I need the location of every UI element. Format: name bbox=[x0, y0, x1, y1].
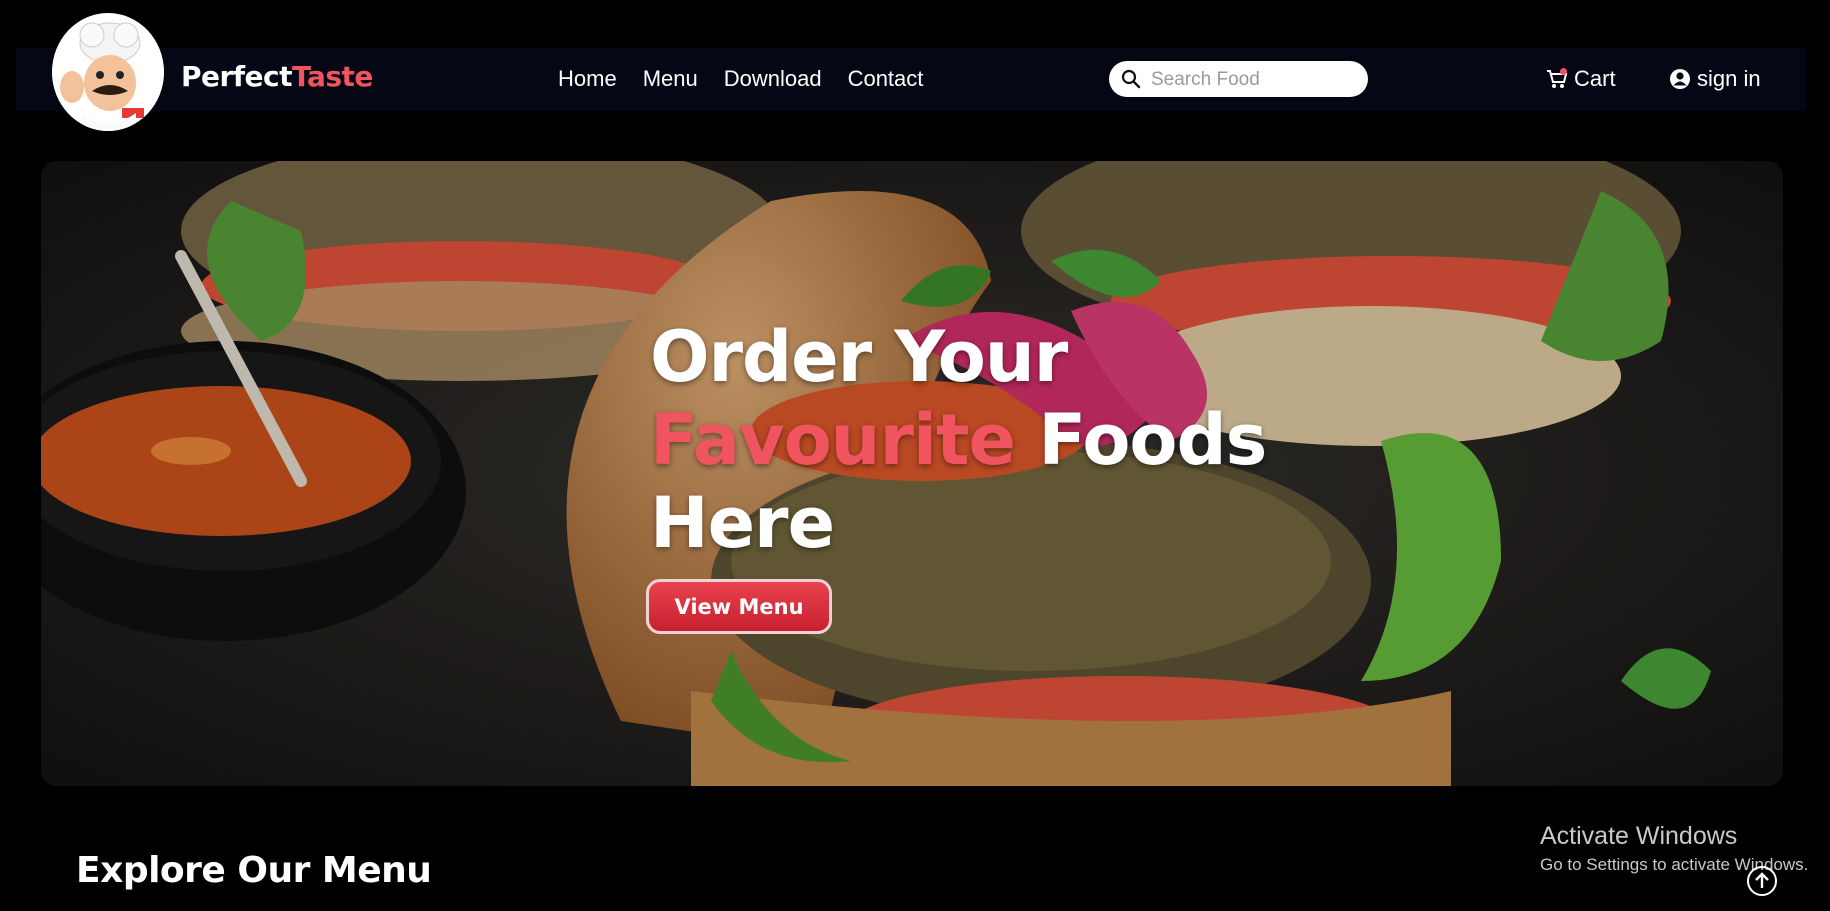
scroll-to-top-button[interactable] bbox=[1747, 866, 1777, 896]
signin-link[interactable]: sign in bbox=[1669, 66, 1761, 92]
cart-label: Cart bbox=[1574, 66, 1616, 91]
nav-links: Home Menu Download Contact bbox=[558, 66, 923, 92]
hero-heading-line3: Here bbox=[650, 482, 835, 564]
brand-name-part1: Perfect bbox=[181, 60, 292, 93]
cart-link[interactable]: Cart bbox=[1546, 66, 1616, 92]
cart-badge-dot bbox=[1560, 68, 1567, 75]
search-icon bbox=[1121, 69, 1141, 89]
activate-windows-title: Activate Windows bbox=[1540, 822, 1738, 850]
signin-label: sign in bbox=[1697, 66, 1761, 91]
nav-link-download[interactable]: Download bbox=[724, 66, 822, 92]
chef-logo[interactable] bbox=[52, 13, 164, 131]
hero-heading-line1: Order Your bbox=[650, 316, 1068, 398]
hero-heading-line2: Favourite Foods bbox=[650, 399, 1267, 482]
search-box bbox=[1109, 61, 1368, 97]
user-circle-icon bbox=[1670, 69, 1690, 89]
hero-heading: Order Your Favourite Foods Here bbox=[650, 316, 1267, 565]
hero-heading-line2-rest: Foods bbox=[1038, 399, 1267, 481]
brand-name[interactable]: PerfectTaste bbox=[181, 60, 373, 93]
hero-heading-accent: Favourite bbox=[650, 399, 1016, 481]
arrow-up-circle-icon bbox=[1755, 872, 1769, 888]
nav-link-contact[interactable]: Contact bbox=[848, 66, 924, 92]
search-input[interactable] bbox=[1149, 65, 1358, 95]
view-menu-button[interactable]: View Menu bbox=[646, 579, 832, 634]
brand-name-part2: Taste bbox=[291, 60, 373, 93]
nav-link-menu[interactable]: Menu bbox=[643, 66, 698, 92]
section-title: Explore Our Menu bbox=[76, 850, 432, 891]
nav-link-home[interactable]: Home bbox=[558, 66, 617, 92]
